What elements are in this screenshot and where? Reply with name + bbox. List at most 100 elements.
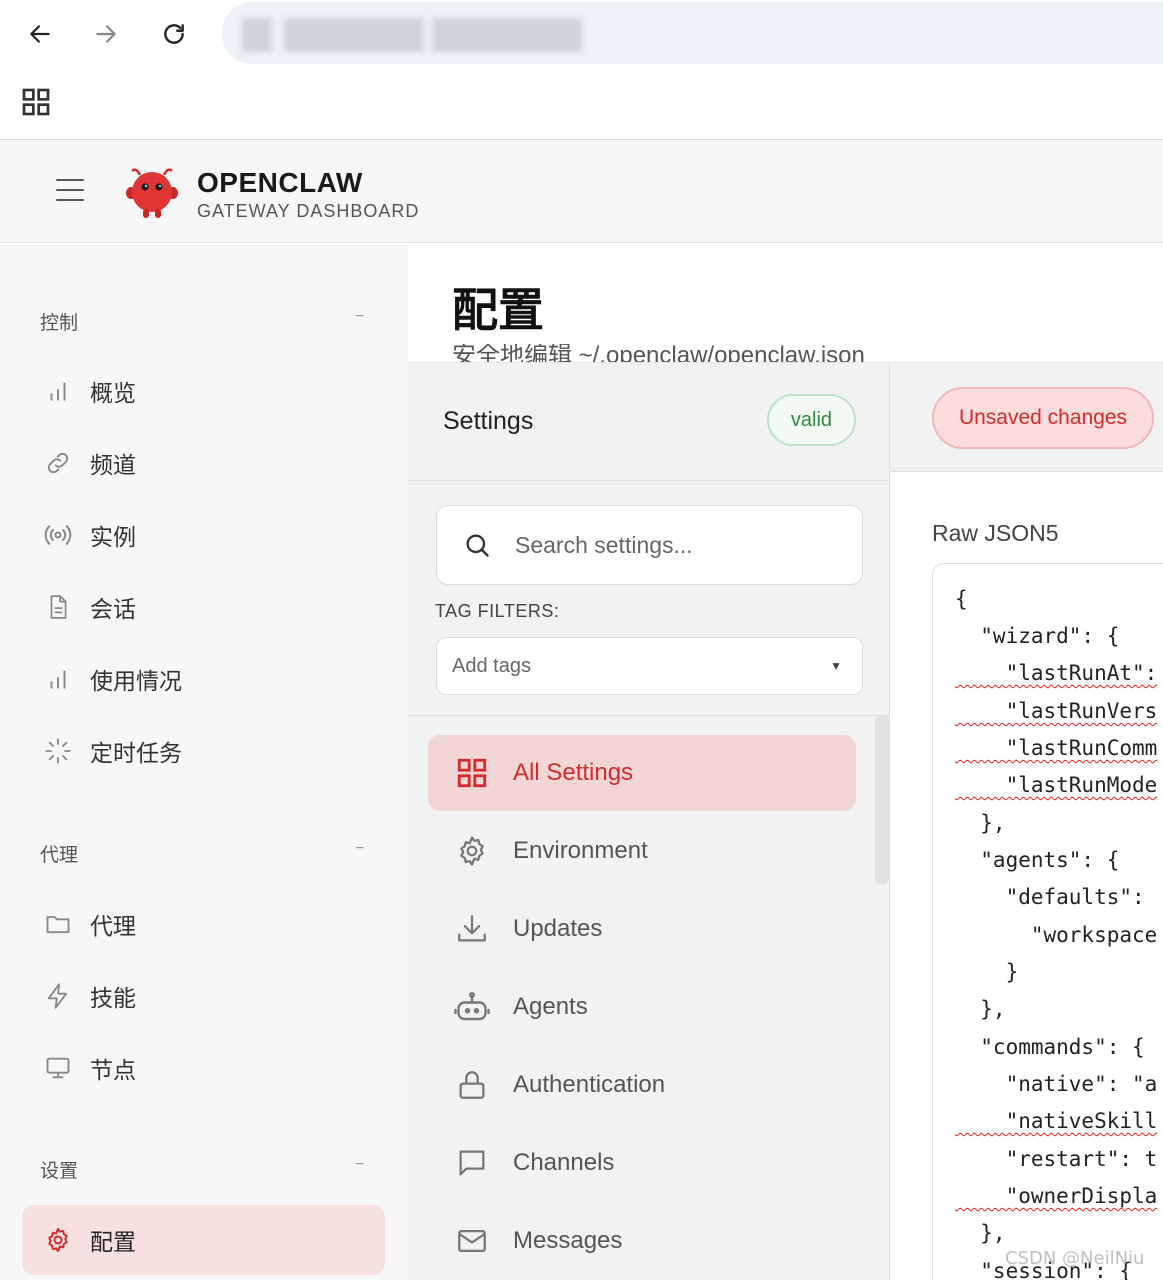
- settings-title: Settings: [443, 407, 534, 435]
- sidebar: 控制 − 概览 频道 实例 会话 使用情况 定时任务 代理 − 代理 技能 节点…: [0, 244, 408, 1280]
- robot-icon: [452, 987, 492, 1027]
- code-line: }: [955, 960, 1019, 984]
- gear-icon: [452, 831, 492, 871]
- scrollbar[interactable]: [875, 715, 889, 885]
- sidebar-item-usage[interactable]: 使用情况: [22, 644, 385, 714]
- code-line: "lastRunVers: [955, 699, 1158, 723]
- settings-panel: Settings valid TAG FILTERS: Add tags ▼ A…: [408, 362, 890, 1280]
- search-field[interactable]: [436, 505, 863, 585]
- code-line: "native": "a: [955, 1072, 1158, 1096]
- loader-icon: [40, 733, 76, 769]
- page-title: 配置: [452, 284, 544, 336]
- sidebar-item-label: 节点: [90, 1057, 136, 1083]
- divider: [408, 715, 890, 716]
- tag-placeholder: Add tags: [452, 654, 531, 677]
- menu-toggle-button[interactable]: [56, 179, 84, 203]
- code-line: "agents": {: [955, 848, 1120, 872]
- sidebar-item-label: 概览: [90, 380, 136, 406]
- sidebar-group-agent: 代理: [40, 845, 79, 866]
- editor-toolbar: Unsaved changes: [890, 362, 1163, 472]
- openclaw-logo: [124, 165, 180, 221]
- monitor-icon: [40, 1050, 76, 1086]
- sidebar-item-nodes[interactable]: 节点: [22, 1033, 385, 1103]
- sidebar-item-channels[interactable]: 频道: [22, 428, 385, 498]
- code-line: },: [955, 997, 1006, 1021]
- category-channels[interactable]: Channels: [428, 1125, 856, 1201]
- code-line: "lastRunComm: [955, 736, 1158, 760]
- sidebar-item-config[interactable]: 配置: [22, 1205, 385, 1275]
- code-line: "restart": t: [955, 1147, 1158, 1171]
- download-icon: [452, 909, 492, 949]
- caret-down-icon: ▼: [830, 659, 842, 673]
- grid-icon: [452, 753, 492, 793]
- sidebar-item-instances[interactable]: 实例: [22, 500, 385, 570]
- category-authentication[interactable]: Authentication: [428, 1047, 856, 1123]
- collapse-agent-button[interactable]: −: [355, 840, 364, 858]
- code-line: "wizard": {: [955, 624, 1120, 648]
- search-icon: [466, 534, 489, 557]
- code-line: },: [955, 811, 1006, 835]
- raw-json-label: Raw JSON5: [932, 520, 1059, 546]
- back-button[interactable]: [22, 16, 58, 52]
- arrow-left-icon: [30, 25, 50, 43]
- browser-toolbar: [0, 0, 1163, 140]
- code-line: "nativeSkill: [955, 1109, 1158, 1133]
- category-label: Updates: [513, 915, 603, 942]
- code-line: "defaults":: [955, 885, 1145, 909]
- sidebar-item-label: 会话: [90, 596, 136, 622]
- sidebar-item-agents[interactable]: 代理: [22, 889, 385, 959]
- sidebar-item-label: 技能: [90, 985, 136, 1011]
- sidebar-item-cron[interactable]: 定时任务: [22, 716, 385, 786]
- folder-icon: [40, 906, 76, 942]
- settings-header: Settings valid: [408, 363, 890, 481]
- category-all-settings[interactable]: All Settings: [428, 735, 856, 811]
- sidebar-item-label: 频道: [90, 452, 136, 478]
- sidebar-item-sessions[interactable]: 会话: [22, 572, 385, 642]
- code-line: {: [955, 587, 968, 611]
- tag-select[interactable]: Add tags ▼: [436, 637, 863, 695]
- sidebar-item-label: 定时任务: [90, 740, 182, 766]
- sidebar-item-label: 使用情况: [90, 668, 182, 694]
- page-subtitle: 安全地编辑 ~/.openclaw/openclaw.json: [452, 344, 865, 362]
- category-agents[interactable]: Agents: [428, 969, 856, 1045]
- collapse-control-button[interactable]: −: [355, 308, 364, 326]
- grid-icon: [22, 88, 50, 116]
- search-input[interactable]: [515, 531, 835, 559]
- lock-icon: [452, 1065, 492, 1105]
- sidebar-item-label: 代理: [90, 913, 136, 939]
- document-icon: [40, 589, 76, 625]
- sidebar-item-overview[interactable]: 概览: [22, 356, 385, 426]
- sidebar-group-settings: 设置: [40, 1161, 79, 1182]
- reload-icon: [164, 24, 184, 44]
- collapse-settings-button[interactable]: −: [355, 1156, 364, 1174]
- sidebar-item-skills[interactable]: 技能: [22, 961, 385, 1031]
- category-label: All Settings: [513, 759, 634, 786]
- reload-button[interactable]: [156, 16, 192, 52]
- sidebar-group-control: 控制: [40, 313, 79, 334]
- chat-icon: [452, 1143, 492, 1183]
- sidebar-item-label: 配置: [90, 1229, 136, 1255]
- category-label: Environment: [513, 837, 648, 864]
- category-label: Messages: [513, 1227, 623, 1254]
- category-label: Agents: [513, 993, 588, 1020]
- code-line: "ownerDispla: [955, 1184, 1158, 1208]
- bar-chart-icon: [40, 373, 76, 409]
- category-updates[interactable]: Updates: [428, 891, 856, 967]
- code-line: "commands": {: [955, 1035, 1145, 1059]
- category-messages[interactable]: Messages: [428, 1203, 856, 1279]
- raw-json-editor[interactable]: { "wizard": { "lastRunAt": "lastRunVers …: [932, 563, 1163, 1280]
- mail-icon: [452, 1221, 492, 1261]
- address-bar[interactable]: [222, 2, 1163, 64]
- unsaved-changes-badge: Unsaved changes: [932, 387, 1154, 449]
- watermark: CSDN @NeilNiu: [1005, 1248, 1145, 1269]
- category-environment[interactable]: Environment: [428, 813, 856, 889]
- app-header: OPENCLAW GATEWAY DASHBOARD: [0, 141, 1163, 243]
- brand-title: OPENCLAW: [197, 167, 363, 198]
- gear-icon: [40, 1222, 76, 1258]
- category-label: Authentication: [513, 1071, 666, 1098]
- bar-chart-icon: [40, 661, 76, 697]
- apps-button[interactable]: [20, 86, 54, 120]
- forward-button[interactable]: [88, 16, 124, 52]
- lightning-icon: [40, 978, 76, 1014]
- code-line: "lastRunAt":: [955, 661, 1158, 685]
